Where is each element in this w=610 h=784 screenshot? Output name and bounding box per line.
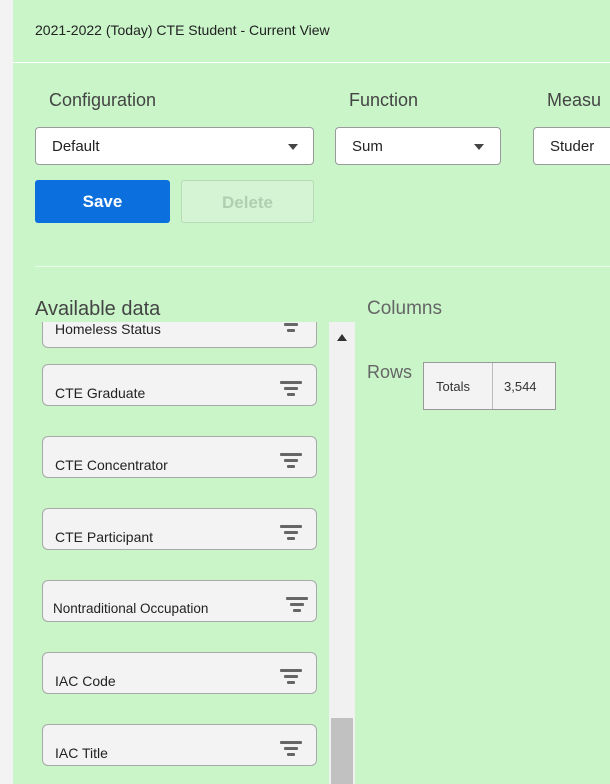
- field-label: CTE Concentrator: [55, 457, 168, 473]
- configuration-value: Default: [52, 138, 100, 155]
- available-data-list[interactable]: Homeless Status CTE Graduate CTE Concent…: [35, 322, 355, 784]
- configuration-select[interactable]: Default: [35, 127, 314, 165]
- columns-label: Columns: [367, 298, 442, 319]
- field-label: CTE Participant: [55, 529, 154, 545]
- filter-icon[interactable]: [286, 597, 308, 615]
- scrollbar-thumb[interactable]: [331, 718, 353, 784]
- chevron-down-icon: [474, 144, 484, 150]
- function-value: Sum: [352, 138, 383, 155]
- filter-icon[interactable]: [280, 381, 302, 399]
- totals-separator: [492, 363, 493, 409]
- field-label: IAC Title: [55, 745, 108, 761]
- filter-icon[interactable]: [280, 453, 302, 471]
- measure-value: Studer: [550, 138, 595, 155]
- totals-label: Totals: [436, 379, 470, 394]
- filter-icon[interactable]: [280, 669, 302, 687]
- measure-label: Measu: [547, 90, 602, 110]
- totals-cell: Totals 3,544: [423, 362, 556, 410]
- left-panel-edge: [0, 0, 13, 784]
- save-button[interactable]: Save: [35, 180, 170, 223]
- list-scrollbar[interactable]: [329, 322, 355, 784]
- measure-select[interactable]: Studer: [533, 127, 610, 165]
- filter-icon[interactable]: [280, 322, 302, 335]
- function-select[interactable]: Sum: [335, 127, 501, 165]
- list-item[interactable]: CTE Participant: [42, 508, 317, 550]
- list-item[interactable]: CTE Graduate: [42, 364, 317, 406]
- scroll-up-arrow-icon[interactable]: [337, 334, 347, 341]
- totals-value: 3,544: [504, 379, 537, 394]
- section-divider: [35, 266, 610, 267]
- list-item[interactable]: IAC Code: [42, 652, 317, 694]
- list-item[interactable]: Homeless Status: [42, 322, 317, 348]
- view-title: 2021-2022 (Today) CTE Student - Current …: [35, 22, 330, 38]
- rows-label: Rows: [367, 362, 413, 382]
- chevron-down-icon: [288, 144, 298, 150]
- field-label: IAC Code: [55, 673, 116, 689]
- delete-button[interactable]: Delete: [181, 180, 314, 223]
- field-label: Nontraditional Occupation: [53, 601, 209, 616]
- list-item[interactable]: CTE Concentrator: [42, 436, 317, 478]
- function-label: Function: [349, 90, 419, 110]
- field-label: Homeless Status: [55, 322, 161, 337]
- configuration-label: Configuration: [49, 90, 157, 110]
- view-header: 2021-2022 (Today) CTE Student - Current …: [13, 0, 610, 63]
- filter-icon[interactable]: [280, 741, 302, 759]
- field-label: CTE Graduate: [55, 385, 146, 401]
- filter-icon[interactable]: [280, 525, 302, 543]
- list-item[interactable]: Nontraditional Occupation: [42, 580, 317, 622]
- list-item[interactable]: IAC Title: [42, 724, 317, 766]
- available-data-title: Available data: [35, 298, 161, 320]
